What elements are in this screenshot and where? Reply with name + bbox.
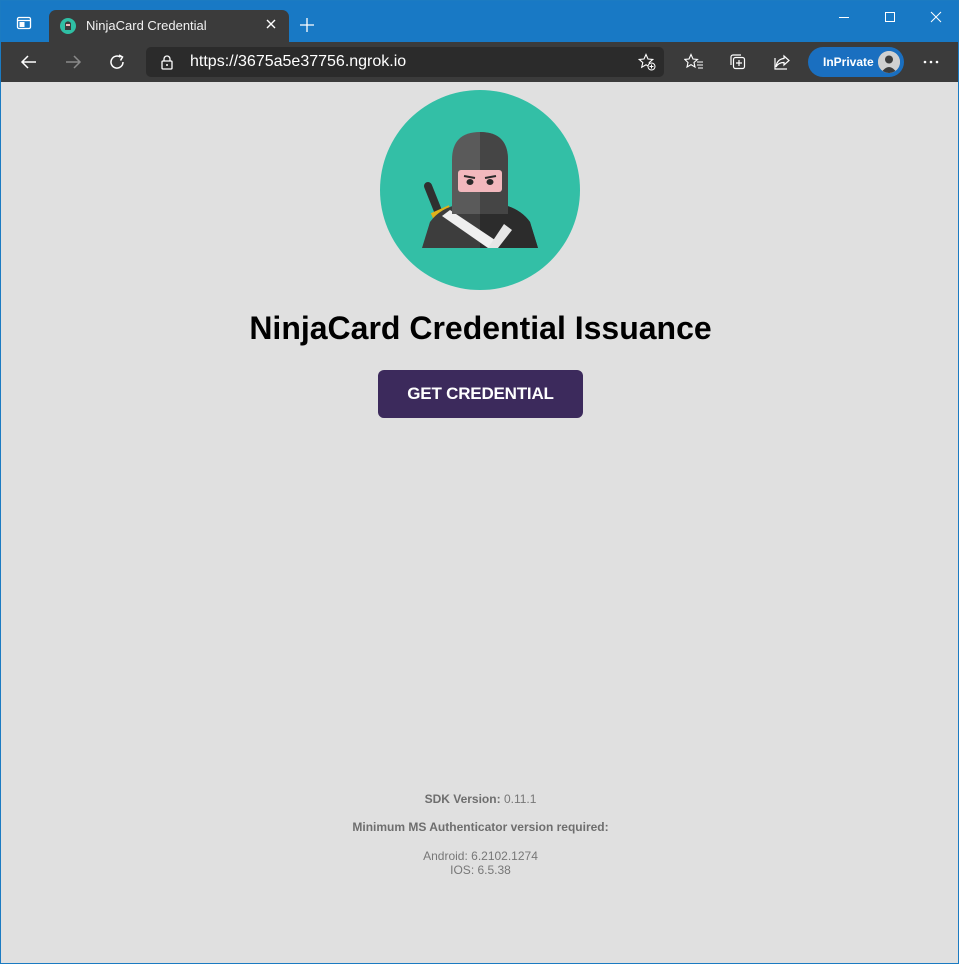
plus-icon[interactable]: [297, 15, 317, 35]
url-scheme: https://: [190, 53, 239, 70]
lock-icon[interactable]: [160, 54, 174, 75]
sdk-version-label: SDK Version:: [424, 792, 501, 806]
minimize-icon[interactable]: [821, 1, 867, 33]
close-icon[interactable]: [263, 16, 279, 32]
avatar-icon: [878, 51, 900, 73]
page-title: NinjaCard Credential Issuance: [249, 310, 712, 346]
android-version: Android: 6.2102.1274: [423, 849, 538, 863]
page-content: NinjaCard Credential Issuance GET CREDEN…: [1, 82, 958, 963]
favorite-add-icon[interactable]: [637, 53, 656, 76]
tab-title: NinjaCard Credential: [86, 18, 207, 33]
browser-toolbar: https://3675a5e37756.ngrok.io InPrivate: [1, 42, 958, 82]
inprivate-button[interactable]: InPrivate: [808, 47, 904, 77]
more-icon[interactable]: [916, 47, 946, 77]
browser-tab[interactable]: NinjaCard Credential: [49, 10, 289, 43]
favorites-icon[interactable]: [679, 47, 709, 77]
sdk-version-value: 0.11.1: [503, 792, 537, 806]
maximize-icon[interactable]: [867, 1, 913, 33]
inprivate-label: InPrivate: [823, 55, 874, 69]
ninja-favicon-icon: [60, 18, 76, 34]
back-icon[interactable]: [14, 47, 44, 77]
title-bar: NinjaCard Credential: [1, 1, 959, 43]
refresh-icon[interactable]: [102, 47, 132, 77]
ios-version: IOS: 6.5.38: [450, 863, 511, 877]
url-text[interactable]: https://3675a5e37756.ngrok.io: [190, 53, 406, 71]
ninja-logo-icon: [380, 90, 580, 290]
sdk-version-line: SDK Version: 0.11.1: [1, 792, 959, 806]
min-version-label: Minimum MS Authenticator version require…: [352, 820, 609, 834]
forward-icon[interactable]: [58, 47, 88, 77]
url-host: 3675a5e37756.ngrok.io: [238, 53, 407, 70]
collections-icon[interactable]: [723, 47, 753, 77]
tab-actions-icon[interactable]: [11, 10, 37, 36]
share-icon[interactable]: [767, 47, 797, 77]
min-version-line: Minimum MS Authenticator version require…: [1, 820, 959, 834]
window-close-icon[interactable]: [913, 1, 959, 33]
browser-window: NinjaCard Credential https://3675a5e3775…: [0, 0, 959, 964]
get-credential-button[interactable]: GET CREDENTIAL: [378, 370, 583, 418]
address-bar[interactable]: https://3675a5e37756.ngrok.io: [146, 47, 664, 77]
